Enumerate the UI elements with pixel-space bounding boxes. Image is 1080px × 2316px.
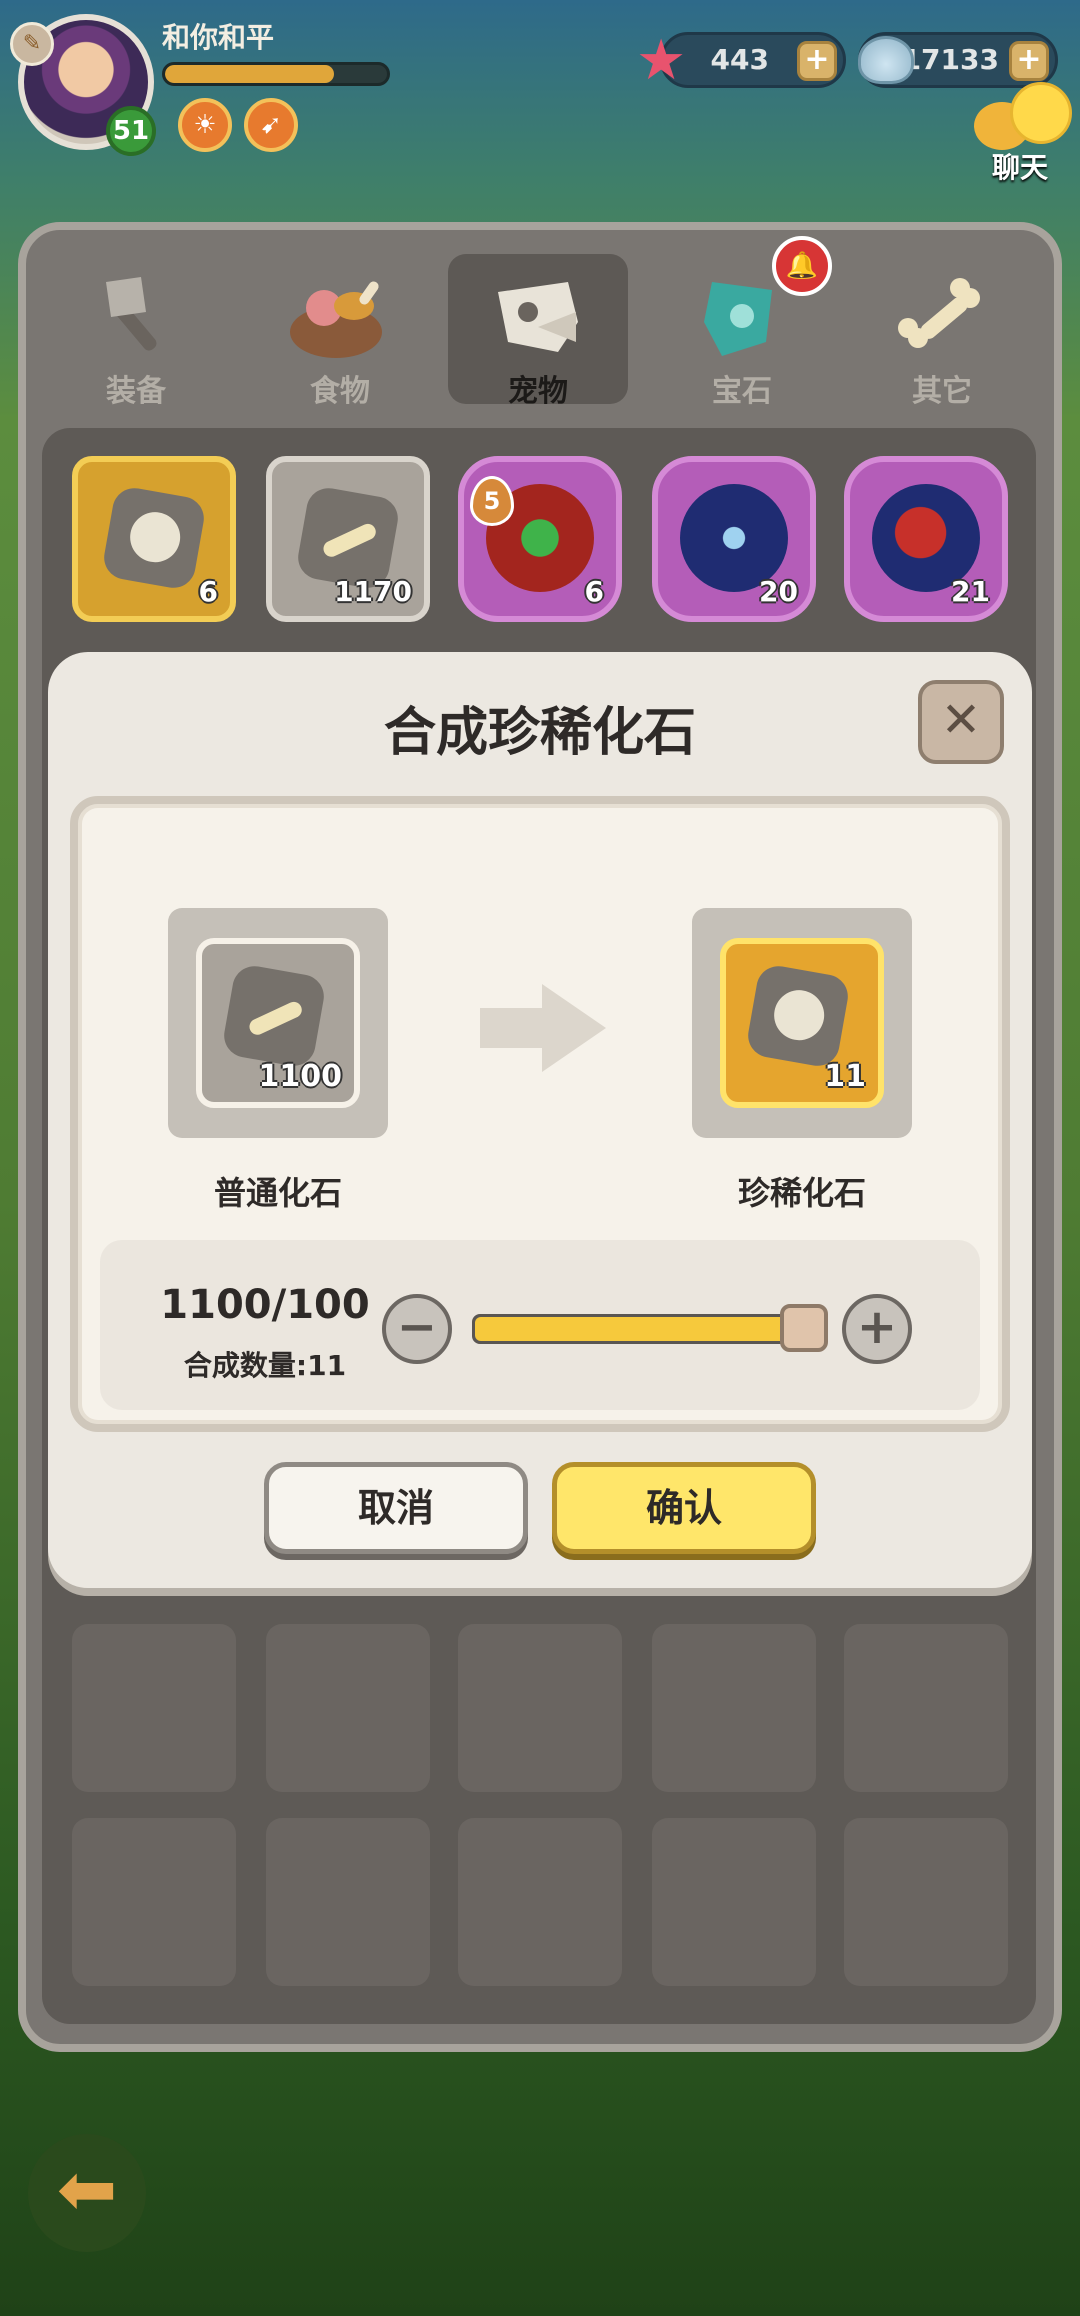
exp-bar bbox=[162, 62, 390, 86]
exp-bar-fill bbox=[165, 65, 334, 83]
empty-slot[interactable] bbox=[458, 1818, 622, 1986]
back-arrow-icon: ⬅ bbox=[56, 2147, 118, 2231]
item-level-badge: 5 bbox=[470, 476, 514, 526]
item-count: 6 bbox=[584, 575, 604, 608]
player-name: 和你和平 bbox=[162, 21, 275, 54]
tab-other[interactable]: 其它 bbox=[852, 254, 1032, 409]
inventory-slot-common-fossil[interactable]: 1170 bbox=[266, 456, 430, 622]
confirm-button[interactable]: 确认 bbox=[552, 1462, 816, 1554]
gem-notification-bell-icon: 🔔 bbox=[772, 236, 832, 296]
inventory-slot-heal-orb[interactable]: 5 6 bbox=[458, 456, 622, 622]
axe-icon bbox=[106, 277, 157, 351]
quantity-slider-handle[interactable] bbox=[780, 1304, 828, 1352]
quantity-slider-fill bbox=[475, 1317, 823, 1341]
empty-slot[interactable] bbox=[844, 1624, 1008, 1792]
source-item-count: 1100 bbox=[258, 1059, 343, 1094]
starfish-icon: ★ bbox=[636, 28, 687, 93]
tab-label: 宝石 bbox=[712, 374, 772, 409]
tab-label: 宠物 bbox=[508, 374, 568, 409]
target-item-count: 11 bbox=[824, 1059, 866, 1094]
food-bowl-icon bbox=[290, 281, 382, 358]
target-item-slot[interactable]: 11 bbox=[720, 938, 884, 1108]
target-item-name: 珍稀化石 bbox=[737, 1174, 866, 1212]
minus-icon: − bbox=[396, 1299, 438, 1355]
cancel-button[interactable]: 取消 bbox=[264, 1462, 528, 1554]
empty-slot[interactable] bbox=[266, 1818, 430, 1986]
chat-face-icon bbox=[1010, 82, 1072, 144]
synthesis-quantity: 合成数量:11 bbox=[183, 1349, 347, 1382]
empty-slot[interactable] bbox=[458, 1624, 622, 1792]
inventory-slot-rare-fossil[interactable]: 6 bbox=[72, 456, 236, 622]
common-fossil-icon bbox=[220, 962, 328, 1070]
bone-icon bbox=[898, 278, 980, 348]
inventory-slot-heart-claw-orb[interactable]: 21 bbox=[844, 456, 1008, 622]
item-count: 21 bbox=[951, 575, 990, 608]
pet-skull-icon bbox=[498, 282, 578, 352]
empty-slot[interactable] bbox=[72, 1818, 236, 1986]
shell-icon bbox=[858, 36, 914, 84]
increase-button[interactable]: + bbox=[842, 1294, 912, 1364]
item-count: 6 bbox=[198, 575, 218, 608]
avatar-corner-icon: ✎ bbox=[10, 22, 54, 66]
player-level-badge: 51 bbox=[106, 106, 156, 156]
source-item-slot[interactable]: 1100 bbox=[196, 938, 360, 1108]
arrow-right-icon bbox=[480, 984, 606, 1072]
item-count: 1170 bbox=[334, 575, 412, 608]
rare-fossil-icon bbox=[100, 484, 208, 592]
decrease-button[interactable]: − bbox=[382, 1294, 452, 1364]
starfish-currency: 443 + bbox=[660, 32, 846, 88]
add-shell-button[interactable]: + bbox=[1009, 41, 1049, 81]
rare-fossil-icon bbox=[744, 962, 852, 1070]
tab-pet[interactable]: 宠物 bbox=[448, 254, 628, 409]
tab-label: 食物 bbox=[310, 374, 370, 409]
buff-icon-1[interactable]: ☀ bbox=[178, 98, 232, 152]
empty-slot[interactable] bbox=[266, 1624, 430, 1792]
close-icon: ✕ bbox=[940, 692, 982, 748]
add-starfish-button[interactable]: + bbox=[797, 41, 837, 81]
empty-slot[interactable] bbox=[652, 1624, 816, 1792]
chat-button[interactable]: 聊天 bbox=[974, 82, 1072, 184]
plus-icon: + bbox=[856, 1299, 898, 1355]
tab-food[interactable]: 食物 bbox=[250, 254, 430, 409]
tab-label: 装备 bbox=[106, 374, 166, 409]
starfish-count: 443 bbox=[710, 43, 769, 76]
close-button[interactable]: ✕ bbox=[918, 680, 1004, 764]
quantity-slider[interactable] bbox=[472, 1314, 826, 1344]
empty-slot[interactable] bbox=[652, 1818, 816, 1986]
chat-label: 聊天 bbox=[992, 151, 1049, 184]
item-count: 20 bbox=[759, 575, 798, 608]
material-ratio: 1100/100 bbox=[160, 1282, 370, 1328]
empty-slot[interactable] bbox=[844, 1818, 1008, 1986]
source-item-name: 普通化石 bbox=[213, 1174, 342, 1212]
back-button[interactable]: ⬅ bbox=[28, 2134, 146, 2252]
inventory-slot-claw-orb[interactable]: 20 bbox=[652, 456, 816, 622]
buff-icon-2[interactable]: ➹ bbox=[244, 98, 298, 152]
tab-equipment[interactable]: 装备 bbox=[46, 254, 226, 409]
gem-icon bbox=[704, 282, 772, 356]
empty-slot[interactable] bbox=[72, 1624, 236, 1792]
tab-label: 其它 bbox=[912, 374, 972, 409]
